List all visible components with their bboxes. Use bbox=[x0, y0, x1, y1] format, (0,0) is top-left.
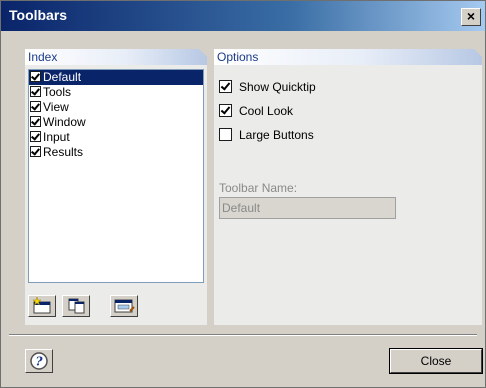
help-button[interactable]: ? bbox=[25, 349, 53, 373]
panel-corner bbox=[474, 49, 482, 57]
toolbar-name-field: Default bbox=[219, 197, 396, 219]
toolbar-checkbox[interactable] bbox=[30, 146, 41, 157]
cool-look-option[interactable]: Cool Look bbox=[219, 103, 293, 119]
toolbar-checkbox[interactable] bbox=[30, 86, 41, 97]
help-icon: ? bbox=[30, 352, 48, 370]
toolbars-dialog: Toolbars × Index Default Tools View Wind… bbox=[0, 0, 486, 388]
customize-toolbar-button[interactable] bbox=[110, 295, 138, 317]
new-toolbar-icon bbox=[32, 296, 51, 314]
toolbar-checkbox[interactable] bbox=[30, 131, 41, 142]
list-item-window[interactable]: Window bbox=[29, 115, 203, 130]
new-toolbar-button[interactable] bbox=[28, 295, 56, 317]
large-buttons-option[interactable]: Large Buttons bbox=[219, 127, 314, 143]
list-item-input[interactable]: Input bbox=[29, 130, 203, 145]
large-buttons-checkbox[interactable] bbox=[219, 128, 232, 141]
svg-text:?: ? bbox=[35, 355, 43, 369]
cool-look-checkbox[interactable] bbox=[219, 104, 232, 117]
close-window-button[interactable]: × bbox=[461, 8, 481, 26]
index-panel: Index Default Tools View Window Input Re… bbox=[25, 49, 207, 325]
toolbar-checkbox[interactable] bbox=[30, 71, 41, 82]
options-panel: Options Show Quicktip Cool Look Large Bu… bbox=[214, 49, 482, 325]
customize-toolbar-icon bbox=[114, 299, 135, 313]
copy-toolbar-button[interactable] bbox=[62, 295, 90, 317]
close-icon: × bbox=[466, 8, 476, 24]
copy-toolbar-icon bbox=[68, 298, 85, 314]
toolbar-checkbox[interactable] bbox=[30, 116, 41, 127]
show-quicktip-option[interactable]: Show Quicktip bbox=[219, 79, 316, 95]
toolbar-checkbox[interactable] bbox=[30, 101, 41, 112]
toolbar-list[interactable]: Default Tools View Window Input Results bbox=[28, 69, 204, 283]
index-header: Index bbox=[25, 49, 207, 65]
options-header: Options bbox=[214, 49, 482, 65]
show-quicktip-checkbox[interactable] bbox=[219, 80, 232, 93]
panel-corner bbox=[199, 49, 207, 57]
toolbar-name-label: Toolbar Name: bbox=[219, 181, 298, 195]
list-item-default[interactable]: Default bbox=[29, 70, 203, 85]
window-title: Toolbars bbox=[9, 7, 68, 23]
list-item-tools[interactable]: Tools bbox=[29, 85, 203, 100]
title-bar: Toolbars × bbox=[1, 1, 485, 31]
close-button[interactable]: Close bbox=[389, 348, 483, 374]
list-item-results[interactable]: Results bbox=[29, 145, 203, 160]
list-item-view[interactable]: View bbox=[29, 100, 203, 115]
